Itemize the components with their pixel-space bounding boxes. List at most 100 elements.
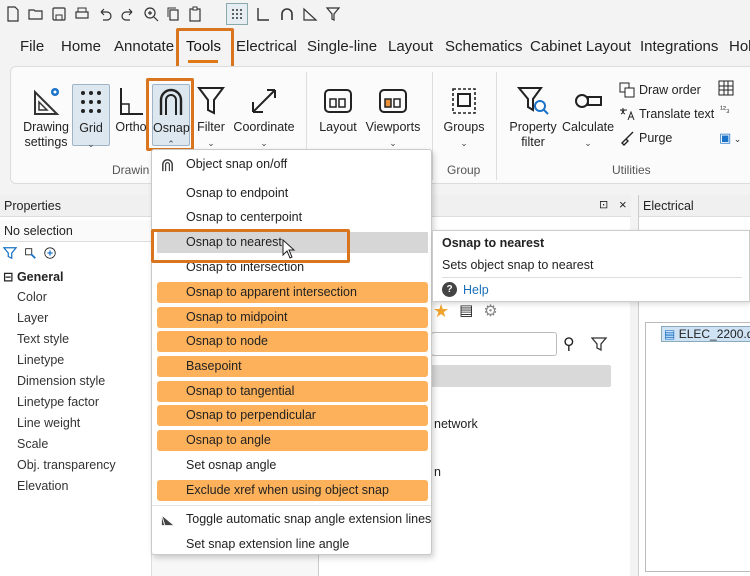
menu-item-label: Osnap to tangential xyxy=(186,384,295,398)
filter-toggle-icon[interactable] xyxy=(324,5,342,23)
menu-item-label: Osnap to endpoint xyxy=(186,186,289,200)
purge-button[interactable]: Purge xyxy=(619,130,672,146)
selection-dropdown[interactable]: No selection xyxy=(0,220,152,242)
ortho-button[interactable]: Ortho xyxy=(112,84,150,135)
save-icon[interactable] xyxy=(50,5,68,23)
menu-item-osnap-endpoint[interactable]: Osnap to endpoint xyxy=(157,183,428,204)
draw-order-button[interactable]: Draw order xyxy=(619,82,701,98)
tab-integrations[interactable]: Integrations xyxy=(640,30,718,64)
calculate-button[interactable]: Calculate ⌄ xyxy=(562,84,614,151)
tree-item-network[interactable]: network xyxy=(434,417,478,431)
translate-text-button[interactable]: Translate text xyxy=(619,106,714,122)
polar-toggle-icon[interactable] xyxy=(301,5,319,23)
print-icon[interactable] xyxy=(73,5,91,23)
viewports-button[interactable]: Viewports ⌄ xyxy=(363,84,423,151)
menu-item-set-osnap-angle[interactable]: Set osnap angle xyxy=(157,455,428,476)
coordinate-button[interactable]: Coordinate ⌄ xyxy=(232,84,296,151)
menu-item-exclude-xref[interactable]: Exclude xref when using object snap xyxy=(157,480,428,501)
quick-select-icon[interactable] xyxy=(23,246,37,260)
menu-item-basepoint[interactable]: Basepoint xyxy=(157,356,428,377)
prop-row: Linetype factor xyxy=(17,395,99,409)
grid-button[interactable]: Grid ⌄ xyxy=(72,84,110,149)
groups-button[interactable]: Groups ⌄ xyxy=(440,84,488,151)
tab-tools[interactable]: Tools xyxy=(186,30,221,64)
menu-item-osnap-midpoint[interactable]: Osnap to midpoint xyxy=(157,307,428,328)
menu-item-osnap-tangential[interactable]: Osnap to tangential xyxy=(157,381,428,402)
general-section[interactable]: ⊟ General xyxy=(3,269,64,284)
tooltip-divider xyxy=(442,277,742,278)
menu-item-label: Osnap to intersection xyxy=(186,260,305,274)
menu-item-osnap-apparent-intersection[interactable]: Osnap to apparent intersection xyxy=(157,282,428,303)
tab-schematics[interactable]: Schematics xyxy=(445,30,523,64)
prop-row: Dimension style xyxy=(17,374,106,388)
properties-title: Properties xyxy=(0,195,152,217)
table-icon[interactable] xyxy=(718,80,736,98)
menu-item-set-snap-extension-angle[interactable]: Set snap extension line angle xyxy=(157,534,428,555)
groups-chevron-icon[interactable]: ⌄ xyxy=(440,136,488,151)
gear-icon[interactable]: ⚙ xyxy=(483,301,497,322)
tooltip-help-link[interactable]: ? Help xyxy=(442,282,489,297)
tab-file[interactable]: File xyxy=(20,30,44,64)
menu-item-object-snap-toggle[interactable]: Object snap on/off xyxy=(157,154,428,175)
copy-icon[interactable] xyxy=(164,5,182,23)
purge-icon xyxy=(621,131,634,146)
grid-toggle-icon[interactable] xyxy=(226,3,248,25)
menu-item-osnap-centerpoint[interactable]: Osnap to centerpoint xyxy=(157,207,428,228)
menu-item-label: Osnap to apparent intersection xyxy=(186,285,357,299)
layout-icon xyxy=(324,89,352,113)
redo-icon[interactable] xyxy=(119,5,137,23)
menu-item-osnap-intersection[interactable]: Osnap to intersection xyxy=(157,257,428,278)
search-input[interactable] xyxy=(431,332,557,356)
electrical-file-item[interactable]: ▤ ELEC_2200.dr xyxy=(661,326,750,342)
menu-item-label: Basepoint xyxy=(186,359,242,373)
star-icon[interactable]: ★ xyxy=(433,301,449,322)
toggle-pickadd-icon[interactable] xyxy=(43,246,57,260)
tab-home[interactable]: Home xyxy=(61,30,101,64)
prop-row: Text style xyxy=(17,332,70,346)
pin-icon[interactable]: ⊡ xyxy=(599,198,608,211)
osnap-button[interactable]: Osnap ⌃ xyxy=(152,84,190,149)
calculate-chevron-icon[interactable]: ⌄ xyxy=(562,136,614,151)
tab-annotate[interactable]: Annotate xyxy=(114,30,174,64)
layout-button[interactable]: Layout xyxy=(316,84,360,135)
purge-label: Purge xyxy=(639,131,673,145)
coordinate-label: Coordinate xyxy=(233,120,295,134)
tab-hol[interactable]: Hol xyxy=(729,30,750,64)
tree-item-n[interactable]: n xyxy=(434,465,441,479)
menu-item-label: Toggle automatic snap angle extension li… xyxy=(186,512,432,526)
osnap-label: Osnap xyxy=(153,121,190,135)
property-filter-button[interactable]: Property filter xyxy=(504,84,562,150)
osnap-icon xyxy=(159,88,183,115)
grid-chevron-icon[interactable]: ⌄ xyxy=(73,137,109,152)
drawing-settings-button[interactable]: Drawing settings xyxy=(18,84,74,150)
zoom-icon[interactable] xyxy=(142,5,160,23)
select-filter-icon[interactable] xyxy=(3,246,17,260)
search-icon[interactable]: ⚲ xyxy=(563,334,575,354)
prop-row: Linetype xyxy=(17,353,65,367)
menu-item-toggle-snap-extension[interactable]: Toggle automatic snap angle extension li… xyxy=(157,509,432,530)
osnap-toggle-icon[interactable] xyxy=(278,5,296,23)
open-folder-icon[interactable] xyxy=(27,5,45,23)
prop-row: Elevation xyxy=(17,479,69,493)
selected-row[interactable] xyxy=(431,365,611,387)
filter-button[interactable]: Filter ⌄ xyxy=(193,84,229,151)
undo-icon[interactable] xyxy=(96,5,114,23)
electrical-tree xyxy=(645,322,750,572)
numbering-icon[interactable]: ¹²₃ xyxy=(720,104,730,114)
database-icon[interactable]: ▤ xyxy=(459,301,473,322)
menu-item-osnap-node[interactable]: Osnap to node xyxy=(157,331,428,352)
filter-small-icon[interactable] xyxy=(591,336,607,352)
close-icon[interactable]: × xyxy=(619,197,627,212)
tab-single-line[interactable]: Single-line xyxy=(307,30,377,64)
property-filter-label-1: Property xyxy=(509,120,557,134)
menu-item-osnap-perpendicular[interactable]: Osnap to perpendicular xyxy=(157,405,428,426)
tab-electrical[interactable]: Electrical xyxy=(236,30,297,64)
tab-layout[interactable]: Layout xyxy=(388,30,433,64)
field-icon[interactable]: ▣ ⌄ xyxy=(719,130,749,146)
new-file-icon[interactable] xyxy=(4,5,22,23)
paste-icon[interactable] xyxy=(186,5,204,23)
electrical-title: Electrical xyxy=(639,195,750,217)
menu-item-osnap-angle[interactable]: Osnap to angle xyxy=(157,430,428,451)
tab-cabinet-layout[interactable]: Cabinet Layout xyxy=(530,30,631,64)
ortho-toggle-icon[interactable] xyxy=(254,5,272,23)
